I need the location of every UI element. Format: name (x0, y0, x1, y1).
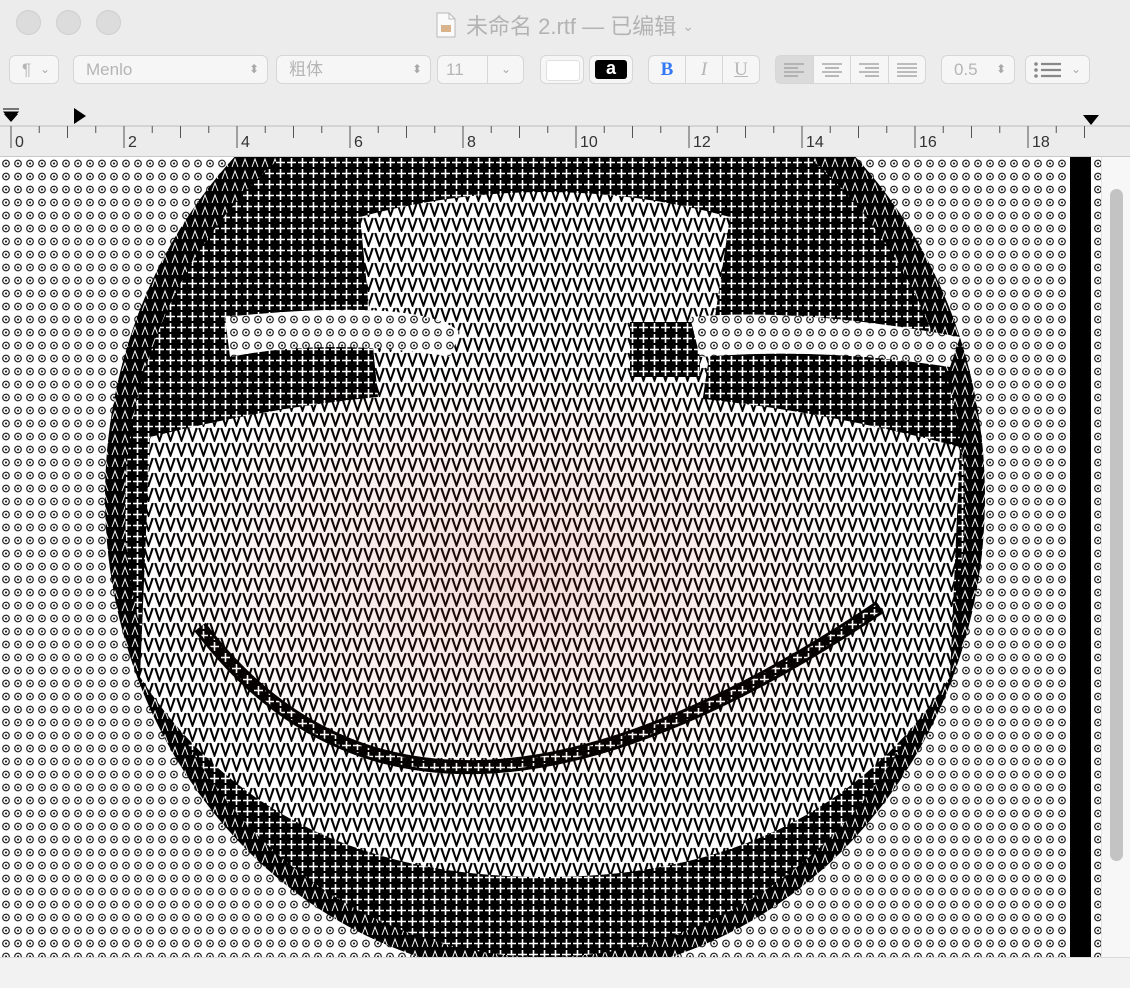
ruler-label: 14 (806, 134, 824, 151)
bold-button[interactable]: B (649, 56, 686, 83)
font-size-field[interactable]: 11 (446, 56, 464, 83)
ruler-label: 18 (1032, 134, 1050, 151)
typeface-value: 粗体 (289, 60, 323, 79)
list-icon (1034, 62, 1061, 78)
align-justify-button[interactable] (889, 56, 926, 83)
chevron-down-icon: ⌄ (39, 62, 50, 76)
document-text-area[interactable] (0, 157, 1101, 957)
underline-button[interactable]: U (723, 56, 759, 83)
align-right-button[interactable] (851, 56, 889, 83)
ruler-label: 12 (693, 134, 711, 151)
text-color-swatch (546, 60, 580, 81)
ruler-label: 6 (354, 134, 363, 151)
up-down-chevron-icon: ⬍ (995, 62, 1006, 76)
font-family-value: Menlo (86, 60, 133, 79)
align-left-button[interactable] (776, 56, 814, 83)
text-color-well[interactable] (540, 55, 584, 84)
typeface-popup[interactable]: 粗体 ⬍ (276, 55, 431, 84)
line-spacing-value: 0.5 (954, 60, 978, 79)
window-title-text: 未命名 2.rtf — 已编辑 (466, 14, 677, 39)
chevron-down-icon: ⌄ (682, 18, 694, 34)
ruler-label: 2 (128, 134, 137, 151)
up-down-chevron-icon: ⬍ (248, 62, 259, 76)
background-color-swatch: a (595, 59, 627, 79)
window-title[interactable]: 未命名 2.rtf — 已编辑 ⌄ (0, 9, 1130, 44)
document-icon (436, 12, 456, 44)
align-right-icon (859, 63, 880, 77)
line-spacing-popup[interactable]: 0.5 ⬍ (941, 55, 1015, 84)
style-segmented-control: B I U (648, 55, 760, 84)
ruler-label: 8 (467, 134, 476, 151)
alignment-segmented-control (775, 55, 926, 84)
vertical-scrollbar[interactable] (1101, 157, 1130, 957)
ascii-art-text (0, 157, 1101, 957)
right-margin-marker (1083, 115, 1099, 125)
align-center-button[interactable] (814, 56, 851, 83)
ruler-label: 0 (15, 134, 24, 151)
chevron-down-icon: ⌄ (1070, 62, 1081, 76)
page-edge (1070, 157, 1091, 957)
paragraph-style-popup[interactable]: ¶ ⌄ (9, 55, 59, 84)
window-bottom-edge (0, 957, 1130, 988)
tab-stop-marker (74, 108, 86, 124)
chevron-down-icon[interactable]: ⌄ (501, 56, 511, 83)
ruler-label: 10 (580, 134, 598, 151)
textedit-window: 未命名 2.rtf — 已编辑 ⌄ ¶ ⌄ Menlo ⬍ 粗体 ⬍ 11 ⌄ a… (0, 0, 1130, 988)
ruler-label: 16 (919, 134, 937, 151)
font-family-popup[interactable]: Menlo ⬍ (73, 55, 268, 84)
align-justify-icon (896, 63, 917, 77)
up-down-chevron-icon: ⬍ (411, 62, 422, 76)
scrollbar-thumb[interactable] (1110, 189, 1123, 861)
align-left-icon (784, 63, 805, 77)
list-style-popup[interactable]: ⌄ (1025, 55, 1090, 84)
title-bar: 未命名 2.rtf — 已编辑 ⌄ (0, 0, 1130, 46)
ruler[interactable]: 0 2 4 6 8 10 12 14 16 18 (0, 96, 1130, 157)
ruler-label: 4 (241, 134, 250, 151)
align-center-icon (821, 63, 842, 77)
left-indent-marker (4, 114, 18, 122)
background-color-well[interactable]: a (589, 55, 633, 84)
format-toolbar: ¶ ⌄ Menlo ⬍ 粗体 ⬍ 11 ⌄ a B I U 0.5 ⬍ ⌄ (0, 46, 1130, 96)
paragraph-icon: ¶ (22, 60, 32, 79)
italic-button[interactable]: I (686, 56, 723, 83)
font-size-combo[interactable]: 11 ⌄ (437, 55, 524, 84)
